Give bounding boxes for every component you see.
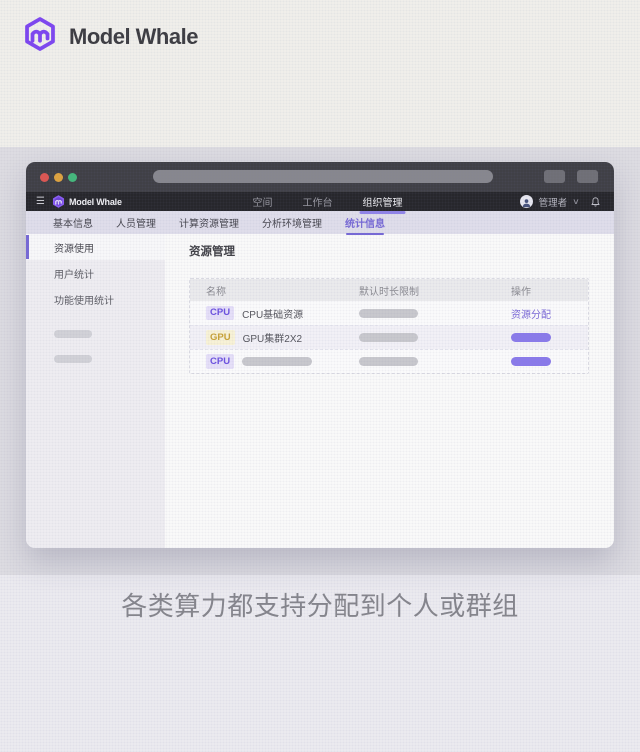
action-button-placeholder[interactable] — [511, 333, 551, 342]
table-row: CPU CPU基础资源 资源分配 — [190, 301, 588, 325]
tab-statistics[interactable]: 统计信息 — [345, 215, 385, 235]
tab-member-management[interactable]: 人员管理 — [116, 215, 156, 230]
column-header-default-duration-limit: 默认时长限制 — [359, 286, 419, 298]
zoom-button[interactable] — [68, 172, 77, 182]
resource-name: CPU基础资源 — [242, 309, 304, 321]
duration-placeholder — [359, 308, 418, 318]
duration-placeholder — [359, 333, 418, 342]
table-row: CPU — [190, 349, 588, 373]
window-controls — [40, 172, 77, 182]
modelwhale-logo-icon-small — [52, 195, 64, 208]
resource-allocate-link[interactable]: 资源分配 — [511, 306, 551, 321]
column-header-actions: 操作 — [511, 286, 531, 298]
sidebar-item-placeholder[interactable] — [54, 330, 92, 338]
table-header-row: 名称 默认时长限制 操作 — [190, 279, 588, 301]
sidebar-item-resource-usage[interactable]: 资源使用 — [26, 234, 165, 260]
app-navbar: ☰ Model Whale 空间 工作台 组织管理 管理者 ∨ — [26, 192, 614, 214]
browser-window: ☰ Model Whale 空间 工作台 组织管理 管理者 ∨ 基本信息 人员管… — [26, 162, 614, 548]
gpu-badge: GPU — [206, 330, 235, 345]
modelwhale-logo-icon — [22, 16, 58, 57]
user-avatar[interactable] — [519, 195, 533, 208]
column-header-name: 名称 — [206, 286, 226, 298]
close-button[interactable] — [40, 172, 49, 182]
navbar-logo[interactable]: Model Whale — [52, 195, 122, 208]
navbar-links: 空间 工作台 组织管理 — [253, 192, 406, 214]
duration-placeholder — [359, 357, 418, 366]
window-titlebar — [26, 162, 614, 192]
action-button-placeholder[interactable] — [511, 357, 551, 366]
caption-text: 各类算力都支持分配到个人或群组 — [121, 591, 519, 621]
nav-link-org-management[interactable]: 组织管理 — [359, 194, 406, 214]
resource-name: GPU集群2X2 — [242, 334, 303, 345]
navbar-brand-text: Model Whale — [68, 196, 122, 207]
resource-table: 名称 默认时长限制 操作 CPU CPU基础资源 资源分配 GPU GPU集群2… — [189, 278, 589, 374]
tab-basic-info[interactable]: 基本信息 — [53, 215, 93, 230]
hamburger-menu-icon[interactable]: ☰ — [36, 196, 45, 207]
toolbar-item[interactable] — [544, 170, 565, 183]
minimize-button[interactable] — [54, 172, 63, 182]
tab-compute-resource-management[interactable]: 计算资源管理 — [179, 215, 239, 230]
navbar-user-area: 管理者 ∨ — [519, 195, 600, 209]
hero-brand-text: Model Whale — [69, 23, 198, 49]
cpu-badge: CPU — [206, 354, 235, 369]
sidebar-item-placeholder[interactable] — [54, 355, 92, 363]
toolbar-items — [544, 170, 598, 183]
window-body: 资源使用 用户统计 功能使用统计 资源管理 名称 默认时长限制 操作 CPU C… — [26, 234, 614, 548]
section-tabbar: 基本信息 人员管理 计算资源管理 分析环境管理 统计信息 — [26, 211, 614, 235]
chevron-down-icon[interactable]: ∨ — [572, 197, 580, 206]
main-content: 资源管理 名称 默认时长限制 操作 CPU CPU基础资源 资源分配 GPU G… — [165, 234, 614, 548]
address-bar[interactable] — [153, 170, 493, 183]
resource-name-placeholder — [242, 356, 313, 366]
sidebar-item-user-statistics[interactable]: 用户统计 — [26, 260, 165, 286]
cpu-badge: CPU — [206, 305, 235, 321]
hero-logo: Model Whale — [22, 16, 198, 57]
bell-icon[interactable] — [591, 196, 600, 207]
nav-link-space[interactable]: 空间 — [253, 194, 273, 209]
sidebar-item-feature-usage-statistics[interactable]: 功能使用统计 — [26, 286, 165, 312]
table-row: GPU GPU集群2X2 — [190, 325, 588, 349]
user-name-label[interactable]: 管理者 — [539, 195, 568, 209]
tab-analysis-env-management[interactable]: 分析环境管理 — [262, 215, 322, 230]
sidebar: 资源使用 用户统计 功能使用统计 — [26, 234, 165, 548]
nav-link-workbench[interactable]: 工作台 — [303, 194, 333, 209]
toolbar-item[interactable] — [577, 170, 598, 183]
page-title: 资源管理 — [189, 246, 235, 258]
